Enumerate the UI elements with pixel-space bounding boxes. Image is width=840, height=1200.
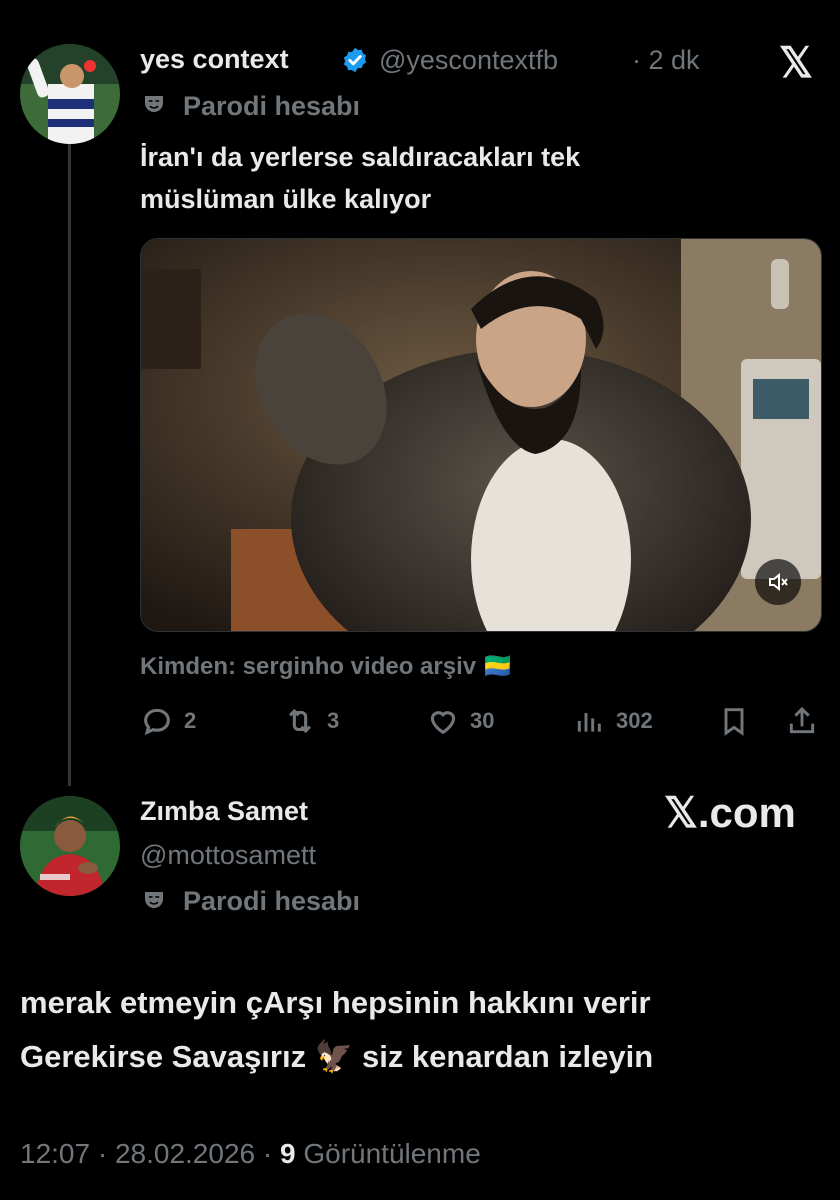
thread-line — [68, 124, 71, 786]
reply-text: merak etmeyin çArşı hepsinin hakkını ver… — [20, 976, 653, 1084]
parody-mask-icon — [142, 92, 166, 121]
post-time[interactable]: · 2 dk — [632, 45, 700, 76]
views-button[interactable]: 302 — [574, 704, 653, 738]
reply-icon — [144, 708, 170, 736]
reply-text-line2-a: Gerekirse Savaşırız — [20, 1039, 307, 1074]
author-name[interactable]: yes context — [140, 44, 289, 75]
reply-button[interactable]: 2 — [140, 704, 196, 738]
author-handle[interactable]: @yescontextfb — [379, 45, 558, 76]
share-button[interactable] — [786, 704, 818, 738]
tweet-text-line1: İran'ı da yerlerse saldıracakları tek — [140, 142, 581, 172]
view-label: Görüntülenme — [295, 1138, 481, 1169]
view-count: 9 — [279, 1138, 296, 1169]
like-icon — [430, 711, 456, 735]
reply-text-line2-b: siz kenardan izleyin — [361, 1039, 654, 1074]
verified-icon — [341, 46, 369, 79]
parody-label: Parodi hesabı — [183, 91, 361, 121]
reply-author-handle[interactable]: @mottosamett — [140, 840, 316, 871]
views-count: 302 — [616, 708, 653, 733]
parody-mask-icon — [142, 888, 166, 917]
reply-count: 2 — [184, 708, 197, 733]
reply-text-line1: merak etmeyin çArşı hepsinin hakkını ver… — [20, 985, 651, 1020]
repost-icon — [288, 708, 312, 734]
video-player[interactable] — [140, 238, 822, 632]
avatar-yescontext[interactable] — [20, 44, 120, 144]
eagle-icon: 🦅 — [314, 1039, 354, 1074]
reply-author-name[interactable]: Zımba Samet — [140, 796, 308, 827]
like-count: 30 — [470, 708, 495, 733]
views-icon — [577, 713, 601, 732]
xcom-watermark: 𝕏.com — [664, 789, 796, 836]
share-icon — [789, 706, 815, 734]
bookmark-button[interactable] — [718, 704, 750, 738]
repost-count: 3 — [327, 708, 340, 733]
reply-meta: 12:07 · 28.02.2026 · 9 Görüntülenme — [20, 1138, 481, 1170]
x-logo-icon[interactable]: 𝕏 — [779, 38, 813, 87]
mute-icon[interactable] — [755, 559, 801, 605]
video-frame — [141, 239, 821, 631]
reply-text-line2: Gerekirse Savaşırız 🦅 siz kenardan izley… — [20, 1030, 653, 1084]
tweet-text: İran'ı da yerlerse saldıracakları tek mü… — [140, 136, 580, 220]
reply-timestamp[interactable]: 12:07 · 28.02.2026 · — [20, 1138, 280, 1169]
video-source[interactable]: Kimden: serginho video arşiv 🇬🇦 — [140, 652, 513, 681]
video-source-text[interactable]: Kimden: serginho video arşiv — [140, 653, 476, 680]
tweet-text-line2: müslüman ülke kalıyor — [140, 184, 432, 214]
like-button[interactable]: 30 — [426, 704, 494, 738]
reply-parody-label: Parodi hesabı — [183, 886, 361, 916]
gabon-flag: 🇬🇦 — [482, 653, 513, 680]
avatar-zimba-samet[interactable] — [20, 796, 120, 896]
repost-button[interactable]: 3 — [283, 704, 339, 738]
bookmark-icon — [724, 708, 744, 736]
